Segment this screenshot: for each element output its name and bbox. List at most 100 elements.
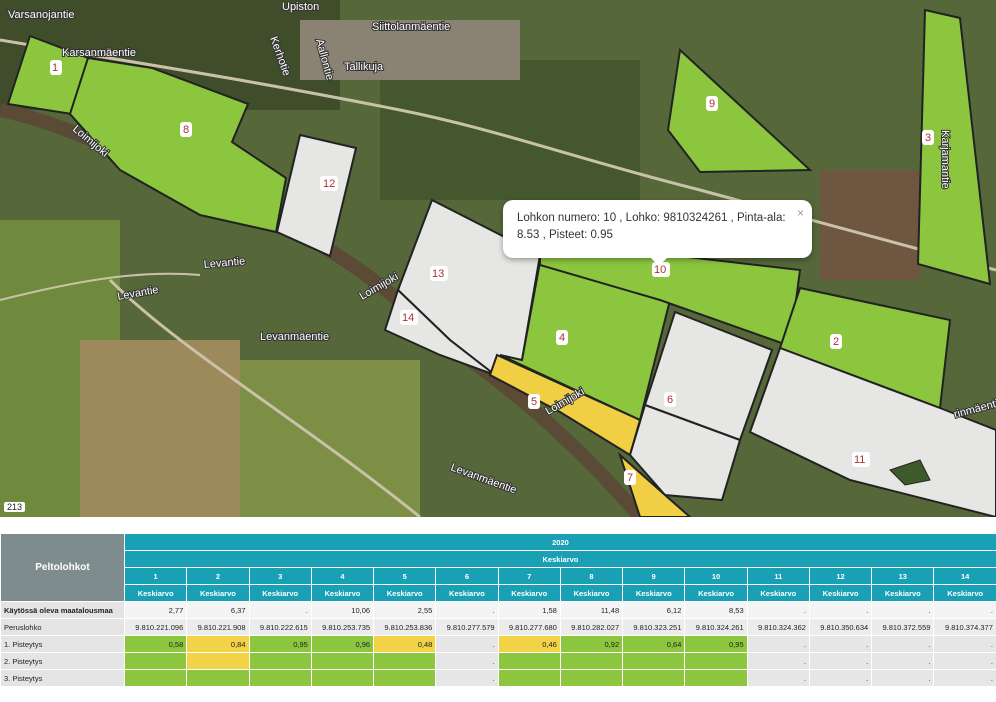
- table-cell: 9.810.222.615: [248, 618, 312, 636]
- column-header: 5: [373, 567, 437, 585]
- forest-area: [380, 60, 640, 200]
- table-cell: 0,58: [123, 635, 188, 653]
- table-cell: .: [435, 669, 499, 687]
- table-row: 3. Pisteytys.....: [0, 669, 996, 687]
- table-cell: 1,58: [497, 601, 561, 619]
- road-label: Karsanmäentie: [62, 47, 136, 59]
- column-subheader: Keskiarvo: [497, 584, 561, 602]
- table-cell: .: [871, 601, 935, 619]
- column-header: 14: [933, 567, 996, 585]
- svg-text:2: 2: [833, 336, 839, 348]
- field-label-12[interactable]: 12: [320, 176, 338, 191]
- table-cell: 11,48: [559, 601, 624, 619]
- results-table: Peltolohkot 2020 Keskiarvo 1 2 3 4 5 6 7 8 9 10 11…: [0, 533, 996, 702]
- field-info-popup: × Lohkon numero: 10 , Lohko: 9810324261 …: [503, 200, 812, 266]
- svg-text:12: 12: [323, 178, 335, 190]
- table-cell: 0,64: [622, 635, 686, 653]
- column-subheader: Keskiarvo: [559, 584, 624, 602]
- close-icon[interactable]: ×: [797, 205, 804, 222]
- field-label-9[interactable]: 9: [706, 96, 718, 111]
- column-header: 7: [497, 567, 561, 585]
- table-row: 2. Pisteytys.....: [0, 652, 996, 670]
- table-cell: .: [808, 601, 873, 619]
- column-header: 8: [559, 567, 624, 585]
- table-cell: .: [933, 652, 996, 670]
- column-subheader: Keskiarvo: [622, 584, 686, 602]
- column-header: 11: [746, 567, 810, 585]
- table-cell: .: [746, 635, 810, 653]
- svg-text:9: 9: [709, 98, 715, 110]
- table-cell: 8,53: [684, 601, 748, 619]
- table-cell: 6,37: [186, 601, 250, 619]
- table-cell: .: [933, 601, 996, 619]
- field-label-8[interactable]: 8: [180, 122, 192, 137]
- table-cell: 9.810.324.362: [746, 618, 810, 636]
- svg-text:13: 13: [432, 268, 444, 280]
- column-header: 10: [684, 567, 748, 585]
- column-subheader: Keskiarvo: [186, 584, 250, 602]
- column-header: 9: [622, 567, 686, 585]
- table-cell: [310, 669, 375, 687]
- table-cell: .: [435, 635, 499, 653]
- table-cell: [497, 652, 561, 670]
- field-label-5[interactable]: 5: [528, 394, 540, 409]
- table-cell: 9.810.350.634: [808, 618, 873, 636]
- table-cell: 9.810.253.735: [310, 618, 375, 636]
- column-subheader: Keskiarvo: [310, 584, 375, 602]
- table-cell: .: [933, 635, 996, 653]
- column-header: 1: [123, 567, 188, 585]
- column-subheader: Keskiarvo: [123, 584, 188, 602]
- table-row: 1. Pisteytys 0,58 0,84 0,95 0,96 0,48. 0,46 0,9…: [0, 635, 996, 653]
- field-label-13[interactable]: 13: [430, 266, 448, 281]
- field-map[interactable]: Varsanojantie Karsanmäentie Siittolanmäe…: [0, 0, 996, 517]
- table-cell: [310, 652, 375, 670]
- column-subheader: Keskiarvo: [435, 584, 499, 602]
- column-header: 12: [808, 567, 873, 585]
- table-cell: 0,48: [373, 635, 437, 653]
- field-label-1[interactable]: 1: [50, 60, 62, 75]
- table-cell: 0,95: [248, 635, 312, 653]
- row-label: Peruslohko: [0, 618, 125, 636]
- table-cell: 9.810.277.579: [435, 618, 499, 636]
- table-cell: 9.810.282.027: [559, 618, 624, 636]
- popup-line-2: 8.53 , Pisteet: 0.95: [517, 229, 613, 241]
- field-label-2[interactable]: 2: [830, 334, 842, 349]
- column-subheader: Keskiarvo: [746, 584, 810, 602]
- table-cell: [497, 669, 561, 687]
- table-cell: .: [808, 635, 873, 653]
- field-label-7[interactable]: 7: [624, 470, 636, 485]
- table-cell: 0,84: [186, 635, 250, 653]
- table-cell: [559, 652, 624, 670]
- table-cell: 9.810.374.377: [933, 618, 996, 636]
- table-cell: .: [435, 652, 499, 670]
- table-cell: [186, 652, 250, 670]
- table-cell: [373, 669, 437, 687]
- svg-text:5: 5: [531, 396, 537, 408]
- table-cell: .: [808, 669, 873, 687]
- table-cell: [559, 669, 624, 687]
- field-label-3[interactable]: 3: [922, 130, 934, 145]
- svg-text:6: 6: [667, 394, 673, 406]
- farmland: [240, 360, 420, 517]
- column-header: 6: [435, 567, 499, 585]
- table-cell: [248, 669, 312, 687]
- svg-text:3: 3: [925, 132, 931, 144]
- field-label-4[interactable]: 4: [556, 330, 568, 345]
- svg-text:7: 7: [627, 472, 633, 484]
- table-cell: 0,96: [310, 635, 375, 653]
- map-canvas: Varsanojantie Karsanmäentie Siittolanmäe…: [0, 0, 996, 517]
- field-label-14[interactable]: 14: [400, 310, 418, 325]
- table-cell: [373, 652, 437, 670]
- field-label-6[interactable]: 6: [664, 392, 676, 407]
- table-row: Peruslohko 9.810.221.096 9.810.221.908 9.81…: [0, 618, 996, 636]
- table-cell: [622, 669, 686, 687]
- table-cell: .: [933, 669, 996, 687]
- table-corner-label: Peltolohkot: [0, 533, 125, 602]
- year-header: 2020: [124, 533, 996, 551]
- field-label-11[interactable]: 11: [852, 452, 870, 467]
- table-cell: 9.810.221.908: [186, 618, 250, 636]
- table-cell: 9.810.221.096: [123, 618, 188, 636]
- column-subheader: Keskiarvo: [684, 584, 748, 602]
- column-subheader: Keskiarvo: [373, 584, 437, 602]
- road-label: Levanmäentie: [260, 331, 329, 343]
